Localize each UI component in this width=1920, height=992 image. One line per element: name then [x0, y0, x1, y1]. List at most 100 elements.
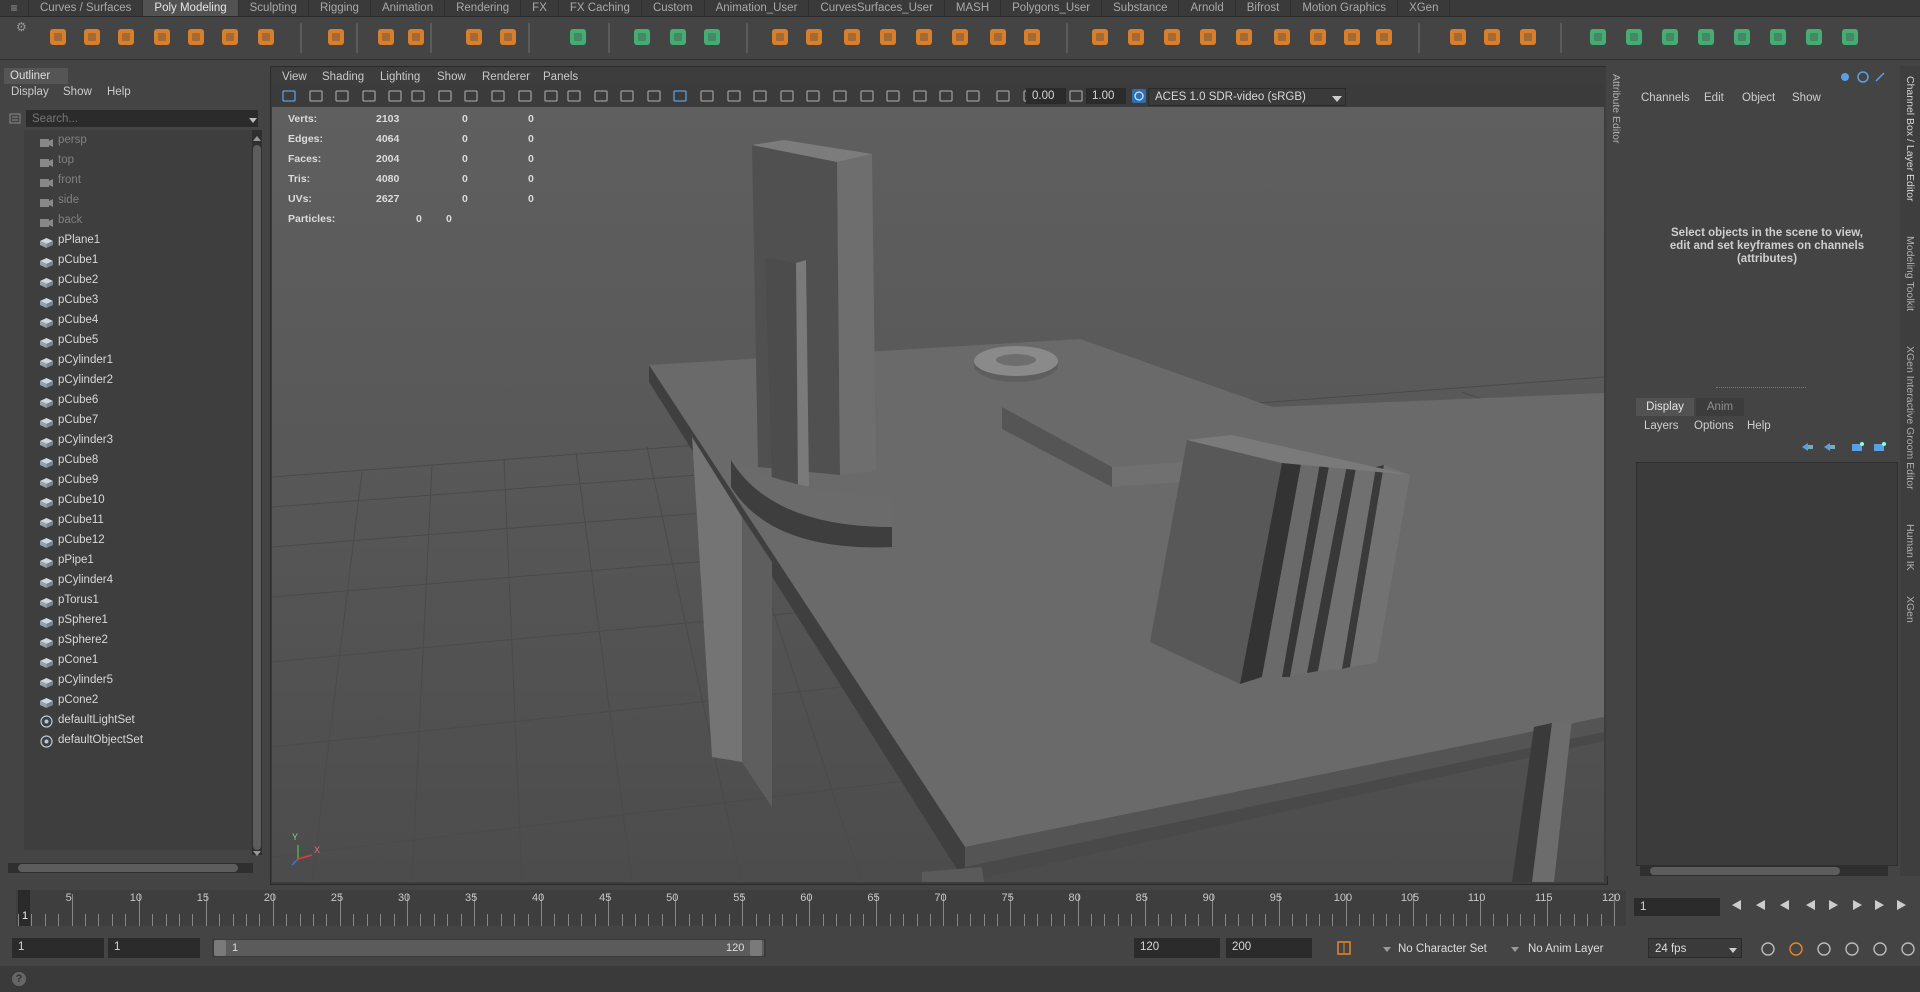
outliner-tab[interactable]: Outliner — [4, 68, 68, 84]
outliner-item[interactable]: persp — [24, 130, 252, 150]
channels-menu[interactable]: Channels — [1641, 92, 1690, 104]
go-to-start-icon[interactable] — [1730, 898, 1744, 912]
step-back-key-icon[interactable] — [1754, 898, 1768, 912]
time-slider-track[interactable] — [16, 890, 1626, 926]
outliner-item[interactable]: pCube3 — [24, 290, 252, 310]
shelf-pivot-icon[interactable] — [630, 24, 656, 50]
search-filter-icon[interactable] — [8, 110, 22, 127]
shelf-pipe-icon[interactable] — [254, 24, 280, 50]
outliner-item[interactable]: pCylinder3 — [24, 430, 252, 450]
outliner-item[interactable]: pCylinder5 — [24, 670, 252, 690]
vp-gate-mask-icon[interactable] — [517, 89, 532, 103]
gamma-field[interactable]: 1.00 — [1086, 88, 1126, 104]
step-back-frame-icon[interactable] — [1778, 898, 1792, 912]
shelf-svg-icon[interactable] — [496, 24, 522, 50]
outliner-item[interactable]: pCube1 — [24, 250, 252, 270]
shelf-menu-icon[interactable]: ≡ — [0, 0, 29, 16]
search-dropdown-icon[interactable] — [248, 114, 258, 124]
vp-menu-lighting[interactable]: Lighting — [380, 68, 420, 86]
layers-menu[interactable]: Layers — [1644, 420, 1679, 432]
outliner-item[interactable]: pCube12 — [24, 530, 252, 550]
exposure-field[interactable]: 0.00 — [1026, 88, 1066, 104]
shelf-cylinder-icon[interactable] — [114, 24, 140, 50]
vp-use-lights-icon[interactable] — [780, 89, 794, 103]
shelf-smooth-icon[interactable] — [948, 24, 974, 50]
character-set-chevron-icon[interactable] — [1382, 943, 1392, 957]
cache-icon[interactable] — [1788, 941, 1804, 957]
start-time-field[interactable]: 1 — [12, 938, 104, 958]
shelf-tab-fx[interactable]: FX — [521, 0, 559, 16]
vp-exposure-icon[interactable] — [1068, 89, 1083, 103]
vp-bookmarks-icon[interactable] — [335, 89, 349, 103]
shelf-tab-poly-modeling[interactable]: Poly Modeling — [143, 0, 239, 16]
vp-textured-icon[interactable] — [753, 89, 767, 103]
shelf-quadrangulate-icon[interactable] — [1340, 24, 1366, 50]
outliner-item[interactable]: pCube7 — [24, 410, 252, 430]
shelf-snap-point-icon[interactable] — [700, 24, 726, 50]
shelf-uv-cylinder-icon[interactable] — [1622, 24, 1648, 50]
sound-icon[interactable] — [1816, 941, 1832, 957]
shelf-tab-xgen[interactable]: XGen — [1398, 0, 1451, 16]
shelf-tab-polygons-user[interactable]: Polygons_User — [1001, 0, 1103, 16]
shelf-uv-auto-icon[interactable] — [1730, 24, 1756, 50]
shelf-uv-grid-icon[interactable] — [1766, 24, 1792, 50]
outliner-item[interactable]: pCube4 — [24, 310, 252, 330]
shelf-bridge-icon[interactable] — [768, 24, 794, 50]
edit-menu[interactable]: Edit — [1704, 92, 1724, 104]
vp-anti-alias-icon[interactable] — [886, 89, 900, 103]
show-menu[interactable]: Show — [1792, 92, 1821, 104]
character-set-dropdown[interactable]: No Character Set — [1398, 940, 1506, 958]
shelf-multi-cut-icon[interactable] — [1088, 24, 1114, 50]
help-icon[interactable]: ? — [12, 972, 26, 986]
outliner-menu-show[interactable]: Show — [63, 86, 92, 98]
outliner-item[interactable]: defaultLightSet — [24, 710, 252, 730]
vp-wireframe-icon[interactable] — [647, 89, 661, 103]
shelf-plane-diamond-icon[interactable] — [218, 24, 244, 50]
shelf-mirror-icon[interactable] — [986, 24, 1012, 50]
vp-menu-panels[interactable]: Panels — [543, 68, 578, 86]
auto-key-icon[interactable] — [1336, 938, 1354, 958]
vp-smooth-shade-icon[interactable] — [673, 89, 688, 103]
vp-ssao-icon[interactable] — [833, 89, 847, 103]
fps-chevron-icon[interactable] — [1728, 944, 1738, 958]
shelf-uv-cut-icon[interactable] — [1802, 24, 1828, 50]
vp-use-default-material-icon[interactable] — [700, 89, 714, 103]
shelf-insert-loop-icon[interactable] — [1124, 24, 1150, 50]
help-menu[interactable]: Help — [1747, 420, 1771, 432]
side-tab-human-ik[interactable]: Human IK — [1904, 524, 1916, 571]
shelf-tab-mash[interactable]: MASH — [945, 0, 1002, 16]
vp-menu-view[interactable]: View — [282, 68, 307, 86]
outliner-item[interactable]: pCube2 — [24, 270, 252, 290]
vp-menu-renderer[interactable]: Renderer — [482, 68, 530, 86]
shelf-uv-cube-icon[interactable] — [1586, 24, 1612, 50]
anim-layer-dropdown[interactable]: No Anim Layer — [1528, 940, 1626, 958]
outliner-menu-display[interactable]: Display — [11, 86, 49, 98]
shelf-poly-disk-icon[interactable] — [324, 24, 350, 50]
shelf-bevel-icon[interactable] — [840, 24, 866, 50]
range-end-handle[interactable] — [750, 940, 762, 956]
outliner-hscroll-thumb[interactable] — [18, 864, 238, 872]
shelf-tab-arnold[interactable]: Arnold — [1179, 0, 1236, 16]
vp-2d-pan-icon[interactable] — [388, 89, 403, 103]
outliner-item[interactable]: pCube6 — [24, 390, 252, 410]
shelf-uv-camera-icon[interactable] — [1694, 24, 1720, 50]
shelf-snap-icon[interactable] — [666, 24, 692, 50]
vp-camera-lock-icon[interactable] — [438, 89, 452, 103]
shelf-star-icon[interactable] — [374, 24, 400, 50]
shelf-uv-sphere-icon[interactable] — [1658, 24, 1684, 50]
shelf-cone-icon[interactable] — [150, 24, 176, 50]
shelf-text-icon[interactable] — [462, 24, 488, 50]
settings-icon[interactable] — [1900, 941, 1916, 957]
vp-motion-blur-icon[interactable] — [859, 89, 874, 103]
shelf-vertex-icon[interactable] — [1516, 24, 1542, 50]
color-space-dropdown[interactable]: ACES 1.0 SDR-video (sRGB) — [1148, 88, 1346, 106]
layer-list[interactable] — [1636, 462, 1898, 866]
side-tab-modeling-toolkit[interactable]: Modeling Toolkit — [1904, 236, 1916, 311]
shelf-reduce-icon[interactable] — [1270, 24, 1296, 50]
vp-menu-show[interactable]: Show — [437, 68, 466, 86]
preferences-icon[interactable] — [1872, 941, 1888, 957]
shelf-tab-curvessurfaces-user[interactable]: CurvesSurfaces_User — [809, 0, 945, 16]
vp-film-gate-icon[interactable] — [464, 89, 479, 103]
loop-icon[interactable] — [1760, 941, 1776, 957]
scroll-up-icon[interactable] — [253, 131, 261, 145]
